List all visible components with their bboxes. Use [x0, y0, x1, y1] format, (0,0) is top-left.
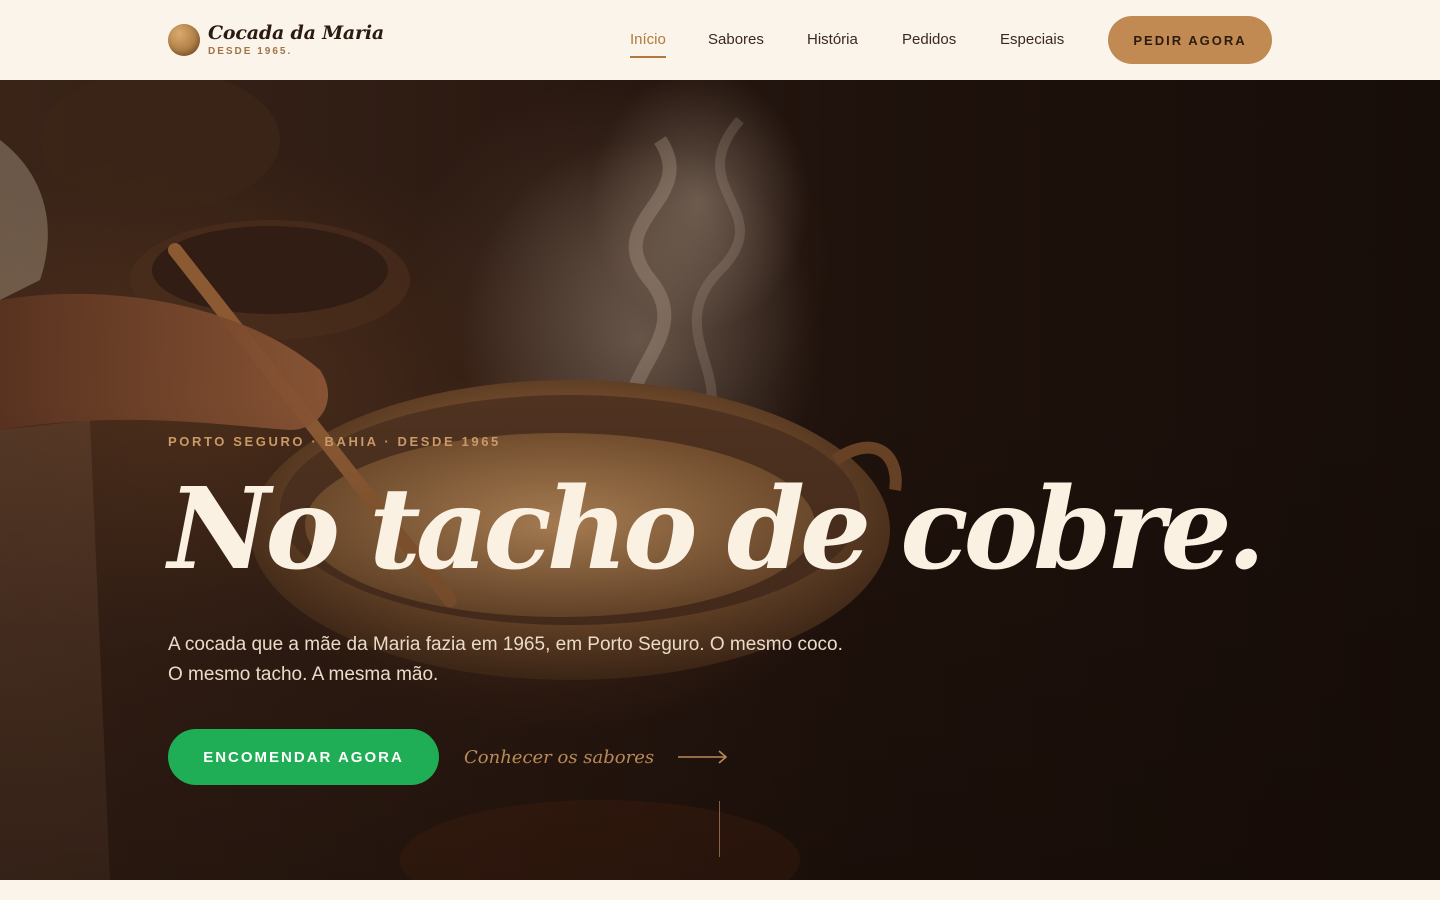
active-nav-indicator — [630, 56, 666, 58]
brand-name: Cocada da Maria — [208, 22, 384, 44]
brand-tagline: DESDE 1965. — [208, 46, 293, 57]
site-header: Cocada da Maria DESDE 1965. Início Sabor… — [0, 0, 1440, 80]
nav-item-pedidos[interactable]: Pedidos — [902, 31, 956, 48]
order-cta-button[interactable]: ENCOMENDAR AGORA — [168, 729, 439, 785]
see-flavors-link[interactable]: Conhecer os sabores — [464, 744, 728, 770]
nav-item-inicio[interactable]: Início — [630, 31, 666, 58]
hero-subtext: A cocada que a mãe da Maria fazia em 196… — [168, 634, 843, 685]
nav-item-especiais[interactable]: Especiais — [1000, 31, 1064, 48]
arrow-right-icon — [678, 750, 728, 764]
hero-eyebrow: PORTO SEGURO · BAHIA · DESDE 1965 — [168, 434, 501, 449]
nav-item-label: Início — [630, 31, 666, 48]
hero-section: PORTO SEGURO · BAHIA · DESDE 1965 No tac… — [0, 80, 1440, 880]
order-now-button[interactable]: PEDIR AGORA — [1108, 16, 1272, 64]
coconut-logo-icon — [168, 24, 200, 56]
hero-headline: No tacho de cobre. — [168, 464, 1266, 595]
scroll-indicator — [719, 801, 720, 857]
nav-item-historia[interactable]: História — [807, 31, 858, 48]
next-section-edge — [0, 880, 1440, 900]
see-flavors-label: Conhecer os sabores — [464, 746, 655, 768]
nav-item-sabores[interactable]: Sabores — [708, 31, 764, 48]
